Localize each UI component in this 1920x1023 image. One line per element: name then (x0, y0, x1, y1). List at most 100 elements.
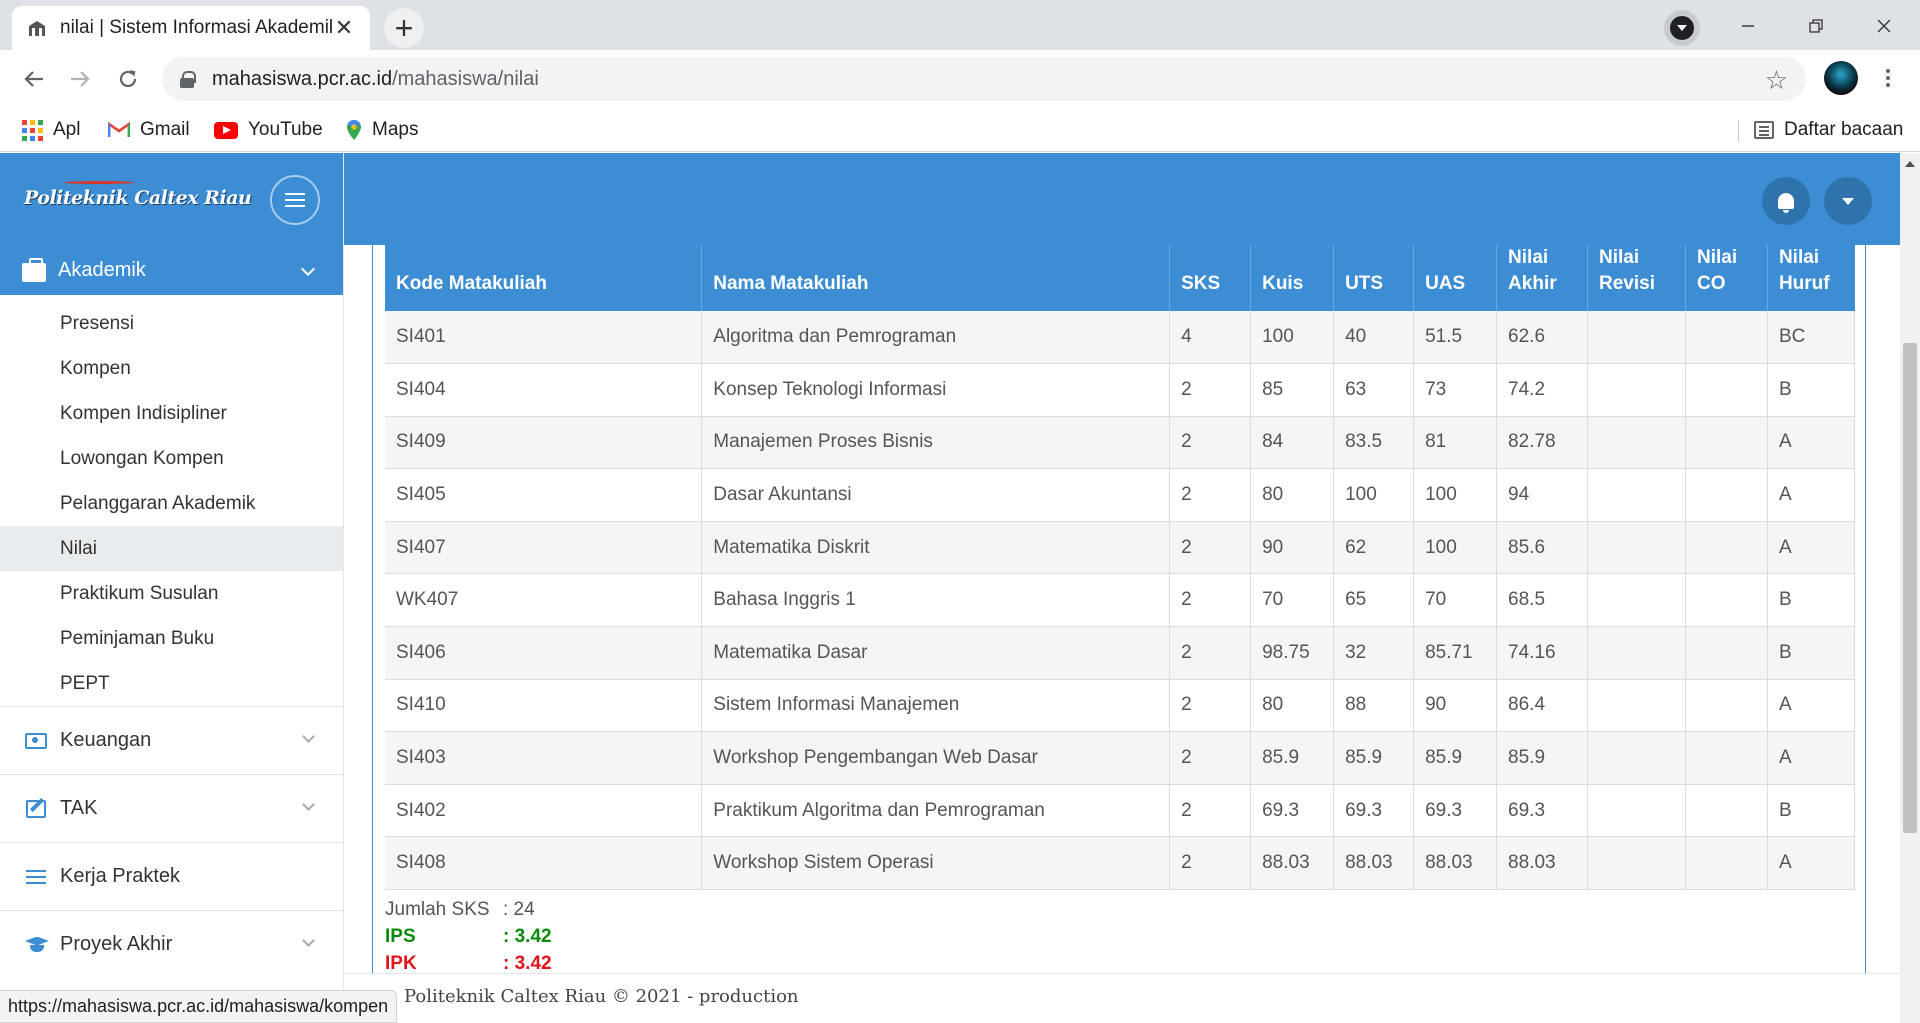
table-cell: 83.5 (1333, 416, 1415, 470)
table-cell (1587, 836, 1686, 891)
table-cell (1587, 521, 1686, 575)
sidebar-item-nilai[interactable]: Nilai (0, 526, 343, 571)
notifications-button[interactable] (1762, 177, 1810, 225)
close-window-button[interactable] (1864, 8, 1904, 44)
table-cell: SI405 (385, 468, 703, 522)
table-cell: SI403 (385, 731, 703, 785)
chevron-down-icon (300, 261, 316, 277)
column-header-text: Kode Matakuliah (396, 273, 547, 294)
page-scrollbar[interactable] (1900, 153, 1920, 1023)
table-cell: 80 (1250, 468, 1335, 522)
sidebar-item-kompen[interactable]: Kompen (0, 346, 343, 391)
menu-proyek-akhir-label: Proyek Akhir (60, 933, 173, 955)
forward-button[interactable] (60, 59, 100, 99)
table-cell (1587, 311, 1686, 365)
reload-button[interactable] (108, 59, 148, 99)
table-cell: SI406 (385, 626, 703, 680)
user-menu-button[interactable] (1824, 177, 1872, 225)
table-cell: 63 (1333, 363, 1415, 417)
bookmarks-bar: Apl Gmail YouTube Maps Daftar bacaan (0, 108, 1920, 152)
column-header-text: Nama Matakuliah (713, 273, 869, 294)
table-cell: A (1767, 679, 1856, 733)
table-row: SI401 Algoritma dan Pemrograman 4 100 40 51.5… (385, 311, 1856, 365)
apps-grid-icon (22, 119, 43, 141)
column-header-text: UTS (1345, 273, 1384, 294)
table-cell (1587, 626, 1686, 680)
table-cell: 2 (1169, 731, 1252, 785)
total-sks-label: Jumlah SKS (385, 899, 490, 920)
sidebar-item-lowongan-kompen[interactable]: Lowongan Kompen (0, 436, 343, 481)
footer-copyright: Politeknik Caltex Riau © 2021 - producti… (404, 986, 799, 1007)
table-cell: 85.6 (1496, 521, 1589, 575)
table-cell (1685, 521, 1768, 575)
column-header-text: SKS (1181, 273, 1221, 294)
bookmark-gmail[interactable]: Gmail (108, 116, 190, 144)
tab-search-button[interactable] (1664, 10, 1700, 46)
web-page: Politeknik Caltex Riau Akademik Presensi… (0, 153, 1900, 1023)
menu-kerja-praktek[interactable]: Kerja Praktek (0, 842, 343, 910)
address-bar[interactable]: mahasiswa.pcr.ac.id/mahasiswa/nilai ☆ (162, 57, 1806, 101)
table-cell: 69.3 (1250, 784, 1335, 838)
pcr-logo[interactable]: Politeknik Caltex Riau (24, 181, 252, 209)
table-row: SI406 Matematika Dasar 2 98.75 32 85.71 74.16 B (385, 626, 1856, 680)
browser-toolbar: mahasiswa.pcr.ac.id/mahasiswa/nilai ☆ (0, 50, 1920, 108)
table-cell: 100 (1333, 468, 1415, 522)
table-cell: BC (1767, 311, 1856, 365)
sidebar-item-praktikum-susulan[interactable]: Praktikum Susulan (0, 571, 343, 616)
tab-close-icon[interactable]: ✕ (332, 15, 356, 41)
bookmark-maps-label: Maps (372, 119, 419, 140)
menu-keuangan[interactable]: Keuangan (0, 706, 343, 774)
bookmark-apps[interactable]: Apl (22, 116, 80, 144)
column-header-text: Nilai (1778, 247, 1820, 268)
table-cell: 2 (1169, 573, 1252, 628)
browser-tab[interactable]: nilai | Sistem Informasi Akademik ✕ (12, 6, 370, 50)
table-cell: 69.3 (1413, 784, 1498, 838)
reading-list-button[interactable]: Daftar bacaan (1754, 116, 1903, 144)
column-header-text: Nilai (1508, 247, 1549, 268)
url-host: mahasiswa.pcr.ac.id (212, 67, 393, 90)
table-cell: 86.4 (1496, 679, 1589, 733)
scroll-up-arrow-icon[interactable] (1905, 161, 1915, 167)
bookmark-youtube[interactable]: YouTube (214, 116, 323, 144)
back-button[interactable] (14, 59, 54, 99)
table-cell (1587, 784, 1686, 838)
table-cell: 82.78 (1496, 416, 1589, 470)
sidebar-item-kompen-indisipliner[interactable]: Kompen Indisipliner (0, 391, 343, 436)
table-cell: SI407 (385, 521, 703, 575)
table-cell: 88.03 (1496, 836, 1589, 891)
sidebar-item-pelanggaran-akademik[interactable]: Pelanggaran Akademik (0, 481, 343, 526)
table-row: SI405 Dasar Akuntansi 2 80 100 100 94 A (385, 468, 1856, 522)
table-cell (1685, 416, 1768, 470)
table-cell: SI408 (385, 836, 703, 891)
column-header-text: Huruf (1778, 273, 1830, 294)
profile-avatar[interactable] (1824, 61, 1858, 95)
chevron-down-icon (302, 934, 315, 947)
chevron-down-icon (302, 798, 315, 811)
bookmark-maps[interactable]: Maps (346, 116, 418, 144)
menu-proyek-akhir[interactable]: Proyek Akhir (0, 910, 343, 978)
table-cell: 85.9 (1250, 731, 1335, 785)
sidebar: Politeknik Caltex Riau Akademik Presensi… (0, 153, 344, 1023)
table-cell: SI404 (385, 363, 703, 417)
bookmark-star-icon[interactable]: ☆ (1765, 65, 1788, 96)
menu-akademik[interactable]: Akademik (0, 245, 343, 295)
sidebar-toggle-button[interactable] (270, 175, 320, 225)
browser-menu-icon[interactable] (1876, 60, 1900, 96)
table-cell: A (1767, 416, 1856, 470)
table-cell: Sistem Informasi Manajemen (701, 679, 1171, 733)
sidebar-item-peminjaman-buku[interactable]: Peminjaman Buku (0, 616, 343, 661)
sidebar-item-pept[interactable]: PEPT (0, 661, 343, 706)
ips-label: IPS (385, 926, 416, 947)
restore-button[interactable] (1796, 8, 1836, 44)
browser-tab-strip: nilai | Sistem Informasi Akademik ✕ + (0, 0, 1920, 50)
column-header: UAS (1413, 245, 1498, 311)
table-cell: 100 (1413, 468, 1498, 522)
scrollbar-thumb[interactable] (1903, 343, 1917, 833)
table-cell: SI401 (385, 311, 703, 365)
new-tab-button[interactable]: + (384, 8, 424, 48)
menu-tak[interactable]: TAK (0, 774, 343, 842)
akademik-submenu: Presensi Kompen Kompen Indisipliner Lowo… (0, 295, 343, 706)
minimize-button[interactable] (1728, 8, 1768, 44)
bookmark-apps-label: Apl (53, 119, 81, 140)
sidebar-item-presensi[interactable]: Presensi (0, 301, 343, 346)
